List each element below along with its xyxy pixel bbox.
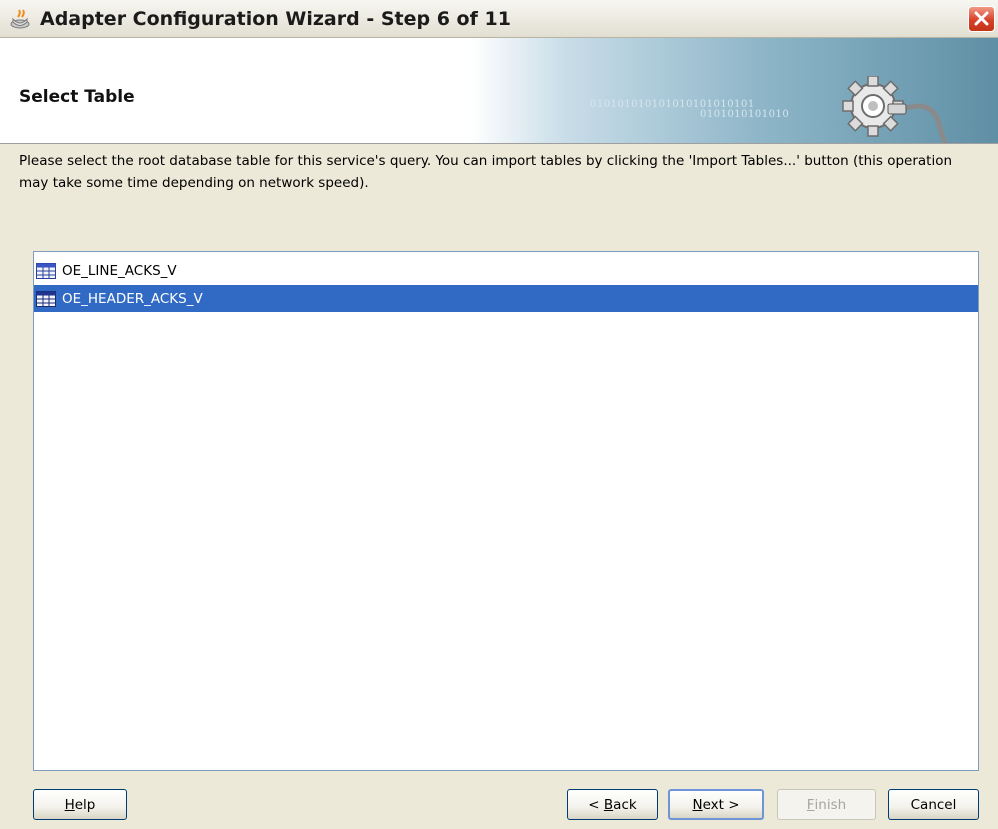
help-button[interactable]: Help — [33, 789, 127, 820]
cancel-button[interactable]: Cancel — [888, 789, 979, 820]
instructions-text: Please select the root database table fo… — [19, 153, 953, 191]
window-title: Adapter Configuration Wizard - Step 6 of… — [40, 8, 511, 30]
list-item[interactable]: OE_LINE_ACKS_V — [34, 257, 978, 284]
close-button[interactable] — [968, 6, 995, 32]
next-button[interactable]: Next > — [668, 789, 764, 820]
list-item-label: OE_HEADER_ACKS_V — [62, 290, 203, 307]
finish-button[interactable]: Finish — [777, 789, 876, 820]
title-bar[interactable]: Adapter Configuration Wizard - Step 6 of… — [0, 0, 998, 38]
table-icon — [36, 262, 56, 279]
help-label-rest: elp — [74, 796, 96, 813]
table-icon — [36, 290, 56, 307]
list-item-label: OE_LINE_ACKS_V — [62, 262, 177, 279]
back-label-rest: ack — [613, 796, 637, 813]
back-button[interactable]: < Back — [567, 789, 658, 820]
coffee-cup-icon — [10, 9, 30, 29]
gear-plug-icon — [842, 76, 948, 143]
page-title: Select Table — [19, 87, 135, 107]
list-item-selected[interactable]: OE_HEADER_ACKS_V — [34, 285, 978, 312]
wizard-header: 010101010101010101010101 0101010101010 S… — [0, 38, 998, 144]
cancel-label: Cancel — [910, 796, 957, 813]
wizard-window: Adapter Configuration Wizard - Step 6 of… — [0, 0, 998, 829]
back-mnemonic: B — [603, 796, 614, 813]
back-label-prefix: < — [588, 796, 604, 813]
finish-label-rest: inish — [814, 796, 847, 813]
next-label-rest: ext > — [702, 796, 740, 813]
help-mnemonic: H — [64, 796, 75, 813]
table-list[interactable]: OE_LINE_ACKS_V OE_HEADER_ACKS_V — [33, 251, 979, 771]
close-icon — [974, 11, 989, 26]
next-mnemonic: N — [692, 796, 703, 813]
finish-mnemonic: F — [806, 796, 815, 813]
binary-decoration: 0101010101010 — [700, 109, 790, 120]
